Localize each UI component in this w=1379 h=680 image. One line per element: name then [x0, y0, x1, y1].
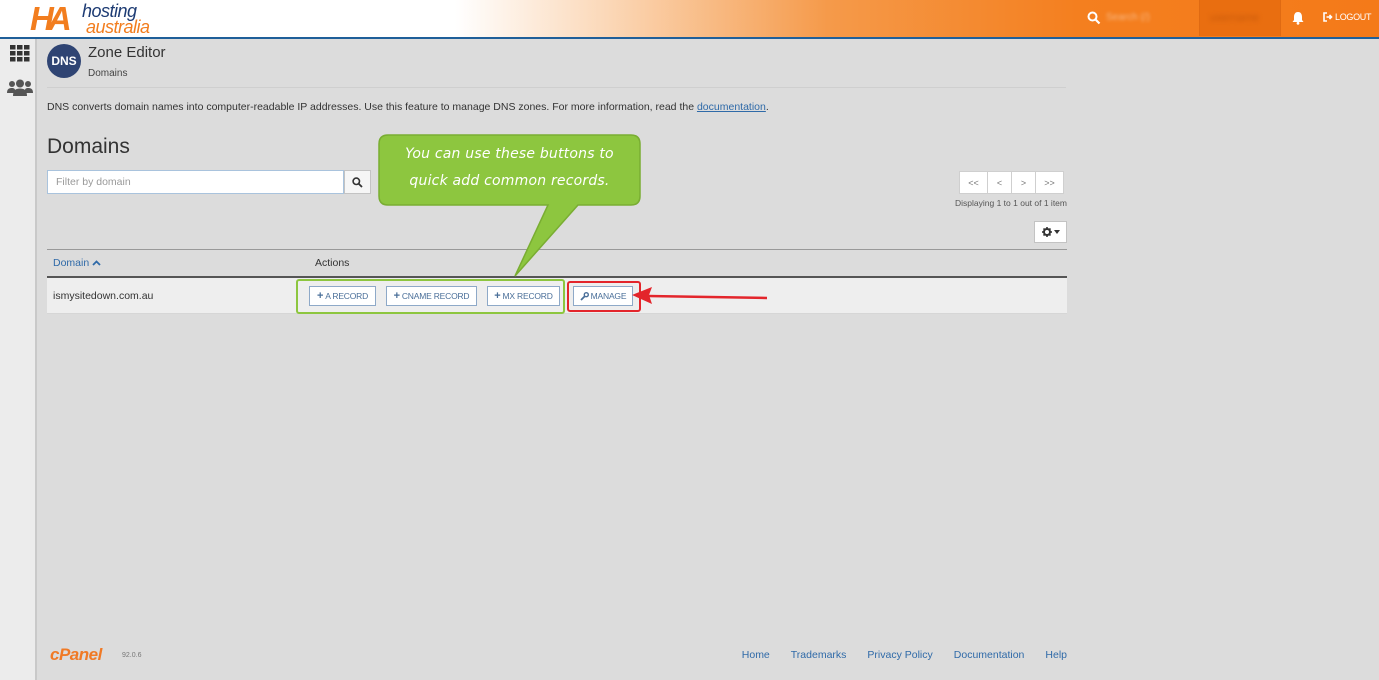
settings-dropdown-button[interactable] — [1034, 221, 1067, 243]
callout-line-2: quick add common records. — [409, 173, 610, 189]
user-menu[interactable]: username — [1199, 0, 1281, 36]
logo-word-australia: australia — [86, 17, 150, 37]
next-page-button[interactable]: > — [1011, 171, 1036, 194]
caret-down-icon — [1053, 230, 1060, 234]
footer-links: Home Trademarks Privacy Policy Documenta… — [742, 649, 1067, 661]
cpanel-logo[interactable]: cPanel — [50, 645, 102, 665]
bell-icon[interactable] — [1291, 11, 1305, 25]
sidebar — [0, 39, 37, 680]
hosting-australia-logo[interactable]: HA hosting australia — [30, 0, 160, 37]
search-icon[interactable] — [1087, 11, 1101, 25]
header-divider — [47, 87, 1066, 88]
top-search-input[interactable]: Search (/) — [1106, 12, 1150, 23]
search-icon — [352, 176, 363, 188]
column-header-domain[interactable]: Domain — [53, 257, 101, 269]
dns-icon-label: DNS — [51, 54, 77, 68]
user-name: username — [1210, 12, 1259, 24]
first-page-button[interactable]: << — [959, 171, 988, 194]
quick-add-highlight — [296, 279, 565, 314]
page-title: Zone Editor — [88, 44, 166, 61]
sort-ascending-icon — [92, 260, 101, 266]
pagination-status: Displaying 1 to 1 out of 1 item — [955, 198, 1067, 208]
logo-mark: HA — [30, 0, 72, 37]
gear-icon — [1041, 227, 1052, 237]
logout-icon — [1323, 12, 1333, 22]
domain-cell: ismysitedown.com.au — [53, 290, 154, 302]
pagination: << < > >> — [959, 171, 1064, 194]
footer-link-documentation[interactable]: Documentation — [954, 649, 1025, 661]
prev-page-button[interactable]: < — [987, 171, 1012, 194]
dns-icon: DNS — [47, 44, 81, 78]
documentation-link[interactable]: documentation — [697, 101, 766, 113]
description-suffix: . — [765, 101, 769, 113]
description-text: DNS converts domain names into computer-… — [47, 101, 697, 113]
apps-grid-icon[interactable] — [10, 45, 30, 62]
red-arrow-annotation — [632, 287, 768, 304]
top-bar: HA hosting australia Search (/) username… — [0, 0, 1379, 39]
page-description: DNS converts domain names into computer-… — [47, 101, 769, 113]
section-title: Domains — [47, 135, 130, 158]
filter-search-button[interactable] — [344, 170, 371, 194]
column-header-domain-label: Domain — [53, 257, 90, 269]
users-icon[interactable] — [7, 79, 33, 97]
breadcrumb: Domains — [88, 68, 128, 79]
column-header-actions: Actions — [315, 257, 350, 269]
logout-label: LOGOUT — [1335, 12, 1372, 22]
footer-link-help[interactable]: Help — [1045, 649, 1067, 661]
version-number: 92.0.6 — [122, 652, 142, 659]
filter-domain-input[interactable] — [47, 170, 344, 194]
callout-line-1: You can use these buttons to — [405, 146, 614, 162]
footer-link-home[interactable]: Home — [742, 649, 770, 661]
footer-link-trademarks[interactable]: Trademarks — [791, 649, 847, 661]
footer-link-privacy-policy[interactable]: Privacy Policy — [867, 649, 932, 661]
last-page-button[interactable]: >> — [1035, 171, 1064, 194]
logout-button[interactable]: LOGOUT — [1323, 12, 1372, 22]
callout-text: You can use these buttons to quick add c… — [382, 141, 637, 195]
